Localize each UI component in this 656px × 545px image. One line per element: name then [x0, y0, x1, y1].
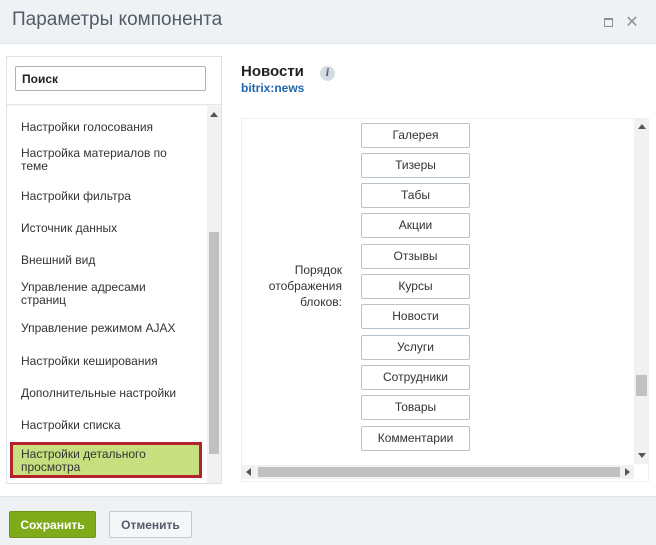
close-icon[interactable]: ✕ [622, 12, 642, 32]
order-item-staff[interactable]: Сотрудники [361, 365, 470, 390]
scroll-right-arrow-icon[interactable] [625, 468, 630, 476]
order-item-news[interactable]: Новости [361, 304, 470, 329]
info-icon[interactable]: i [320, 66, 335, 81]
sidebar-item-detail-view-settings[interactable]: Настройки детального просмотра [10, 442, 202, 478]
scroll-left-arrow-icon[interactable] [246, 468, 251, 476]
panel-horizontal-scrollbar[interactable] [241, 465, 634, 479]
search-area [7, 57, 221, 105]
sidebar-item-voting-settings[interactable]: Настройки голосования [13, 118, 199, 137]
component-code: bitrix:news [241, 81, 305, 95]
maximize-icon[interactable] [598, 12, 618, 32]
order-item-services[interactable]: Услуги [361, 335, 470, 360]
sidebar-scrollbar[interactable] [207, 106, 221, 483]
panel-vertical-scroll-thumb[interactable] [636, 375, 647, 396]
window-titlebar: Параметры компонента ✕ [0, 0, 656, 44]
sidebar-scroll-thumb[interactable] [209, 232, 219, 454]
sidebar-item-appearance[interactable]: Внешний вид [13, 251, 199, 270]
sidebar-item-list-settings[interactable]: Настройки списка [13, 416, 199, 435]
sidebar: Настройки голосования Настройка материал… [6, 56, 222, 484]
save-button[interactable]: Сохранить [9, 511, 96, 538]
search-input[interactable] [15, 66, 206, 91]
window-title: Параметры компонента [12, 9, 223, 30]
order-item-gallery[interactable]: Галерея [361, 123, 470, 148]
sidebar-list: Настройки голосования Настройка материал… [7, 106, 207, 483]
order-item-courses[interactable]: Курсы [361, 274, 470, 299]
sidebar-item-additional-settings[interactable]: Дополнительные настройки [13, 384, 199, 403]
dialog-content: Настройки голосования Настройка материал… [0, 45, 656, 495]
dialog-footer: Сохранить Отменить [0, 496, 656, 545]
scroll-up-arrow-icon[interactable] [638, 124, 646, 129]
order-item-promotions[interactable]: Акции [361, 213, 470, 238]
order-item-teasers[interactable]: Тизеры [361, 153, 470, 178]
panel-horizontal-scroll-thumb[interactable] [258, 467, 620, 477]
order-item-reviews[interactable]: Отзывы [361, 244, 470, 269]
cancel-button[interactable]: Отменить [109, 511, 192, 538]
sidebar-item-related-materials[interactable]: Настройка материалов по теме [13, 144, 199, 176]
order-item-comments[interactable]: Комментарии [361, 426, 470, 451]
panel-vertical-scrollbar[interactable] [634, 119, 649, 464]
sidebar-item-data-source[interactable]: Источник данных [13, 219, 199, 238]
sidebar-item-filter-settings[interactable]: Настройки фильтра [13, 187, 199, 206]
block-order-label: Порядок отображения блоков: [268, 263, 342, 309]
sidebar-item-page-addresses[interactable]: Управление адресами страниц [13, 278, 199, 310]
scroll-down-arrow-icon[interactable] [638, 453, 646, 458]
sidebar-item-ajax-mode[interactable]: Управление режимом AJAX [13, 319, 199, 338]
order-item-products[interactable]: Товары [361, 395, 470, 420]
order-item-tabs[interactable]: Табы [361, 183, 470, 208]
component-title: Новости [241, 63, 304, 80]
sidebar-item-caching[interactable]: Настройки кеширования [13, 352, 199, 371]
scroll-up-arrow-icon[interactable] [210, 112, 218, 117]
